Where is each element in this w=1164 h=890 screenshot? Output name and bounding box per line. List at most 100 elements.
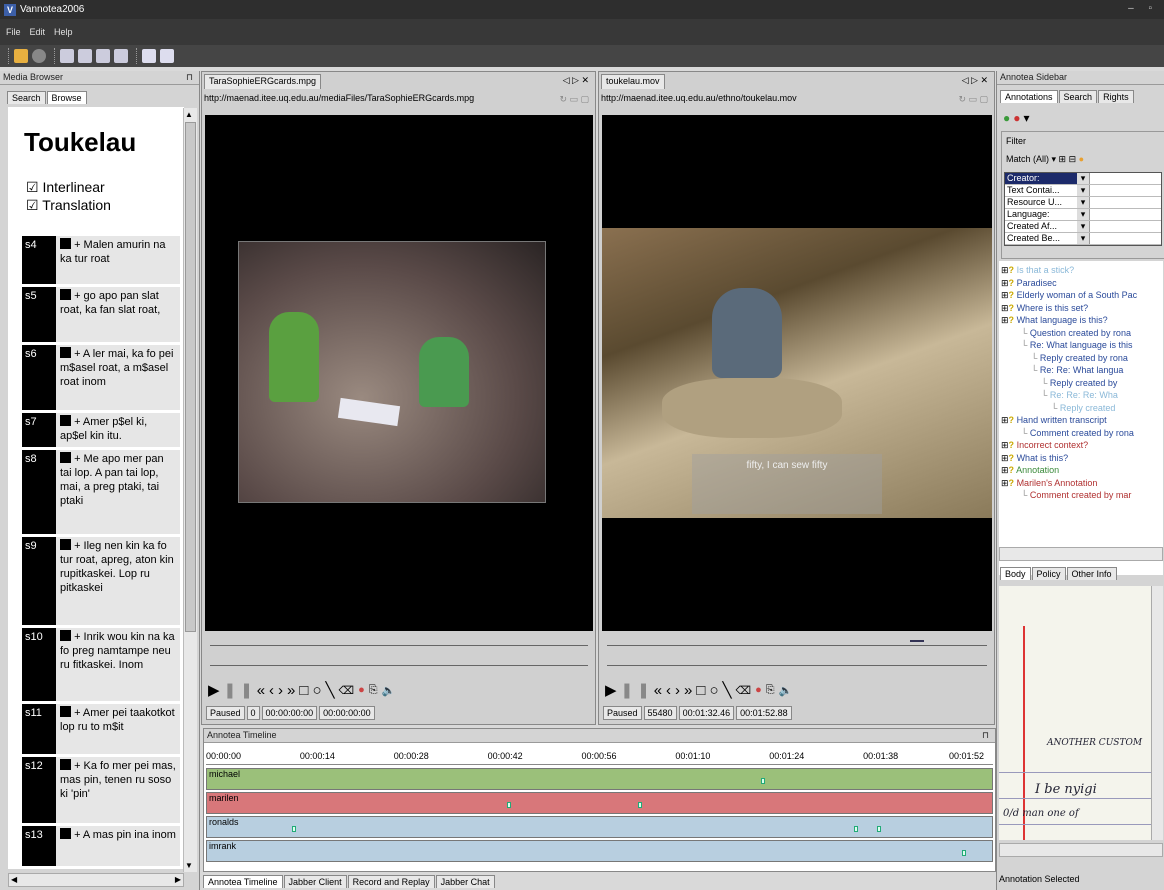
- filter-row[interactable]: Created Af... ▾: [1005, 221, 1161, 233]
- fast-forward-icon[interactable]: »: [684, 682, 696, 699]
- tab-nav-icons[interactable]: ◁ ▷ ✕: [563, 75, 589, 86]
- menu-help[interactable]: Help: [54, 27, 73, 37]
- rewind-icon[interactable]: «: [257, 682, 269, 699]
- annotation-marker[interactable]: [291, 826, 296, 832]
- match-dropdown[interactable]: Match (All) ▾ ⊞ ⊟ ●: [1006, 154, 1084, 165]
- filter-icon[interactable]: ▾: [1024, 111, 1033, 125]
- tree-horizontal-scrollbar[interactable]: [999, 547, 1163, 561]
- sentence-row[interactable]: s10 + Inrik wou kin na ka fo preg namtam…: [22, 628, 180, 701]
- tab-jabber-chat[interactable]: Jabber Chat: [435, 874, 495, 888]
- expand-icon[interactable]: ⊞: [1001, 315, 1009, 325]
- ellipse-tool-icon[interactable]: ○: [709, 682, 722, 699]
- tab-body[interactable]: Body: [1000, 567, 1031, 580]
- expand-icon[interactable]: ⊞: [1001, 465, 1009, 475]
- sentence-row[interactable]: s12 + Ka fo mer pei mas, mas pin, tenen …: [22, 757, 180, 823]
- annotation-tree-item[interactable]: ⊞? Incorrect context?: [1001, 440, 1088, 451]
- scrollbar-thumb[interactable]: [185, 122, 196, 632]
- clear-icon[interactable]: ●: [1079, 154, 1084, 164]
- annotation-tree-item[interactable]: ⊞? Hand written transcript: [1001, 415, 1107, 426]
- annotation-marker[interactable]: [853, 826, 858, 832]
- play-sentence-icon[interactable]: [60, 452, 71, 463]
- timeline-track[interactable]: michael: [206, 768, 993, 790]
- annotation-tree-item[interactable]: └ Re: Re: What langua: [1031, 365, 1123, 375]
- step-forward-icon[interactable]: ›: [278, 682, 287, 699]
- dropdown-arrow-icon[interactable]: ▾: [1077, 209, 1089, 220]
- timeline-track[interactable]: imrank: [206, 840, 993, 862]
- expand-icon[interactable]: ⊞: [1001, 278, 1009, 288]
- menu-edit[interactable]: Edit: [30, 27, 46, 37]
- annotation-tree-item[interactable]: └ Reply created by: [1041, 378, 1117, 388]
- window-controls[interactable]: – ▫: [1128, 3, 1158, 14]
- annotation-marker[interactable]: [961, 850, 966, 856]
- sentence-row[interactable]: s13 + A mas pin ina inom: [22, 826, 180, 866]
- expand-icon[interactable]: ⊞: [1001, 453, 1009, 463]
- play-sentence-icon[interactable]: [60, 238, 71, 249]
- tab-policy[interactable]: Policy: [1031, 567, 1066, 580]
- slider-knob[interactable]: [910, 640, 925, 642]
- annotation-marker[interactable]: [507, 802, 512, 808]
- filter-value[interactable]: [1089, 233, 1161, 244]
- video-1-range-slider[interactable]: [210, 654, 588, 666]
- ellipse-tool-icon[interactable]: ○: [312, 682, 325, 699]
- pause-icon[interactable]: ❚❚: [224, 681, 257, 699]
- tab-jabber-client[interactable]: Jabber Client: [283, 874, 347, 888]
- video-2-frame[interactable]: fifty, I can sew fifty: [602, 115, 992, 631]
- play-icon[interactable]: ▶: [208, 681, 224, 699]
- horizontal-scrollbar[interactable]: ◀ ▶: [8, 873, 184, 887]
- document-icon[interactable]: [96, 49, 110, 63]
- play-sentence-icon[interactable]: [60, 706, 71, 717]
- volume-icon[interactable]: 🔈: [779, 684, 797, 697]
- timeline-track[interactable]: marilen: [206, 792, 993, 814]
- scroll-left-icon[interactable]: ◀: [11, 875, 17, 884]
- volume-icon[interactable]: 🔈: [382, 684, 400, 697]
- annotation-marker[interactable]: [761, 778, 766, 784]
- annotation-tree-item[interactable]: ⊞? Marilen's Annotation: [1001, 478, 1097, 489]
- translation-checkbox[interactable]: ☑ Translation: [26, 197, 111, 214]
- annotation-tree-item[interactable]: └ Re: Re: Re: Wha: [1041, 390, 1118, 400]
- dropdown-arrow-icon[interactable]: ▾: [1077, 173, 1089, 184]
- dropdown-arrow-icon[interactable]: ▾: [1077, 197, 1089, 208]
- expand-icon[interactable]: ⊞: [1001, 303, 1009, 313]
- filter-row[interactable]: Creator: ▾: [1005, 173, 1161, 185]
- menu-file[interactable]: File: [6, 27, 21, 37]
- annotation-tree-item[interactable]: ⊞? Annotation: [1001, 465, 1059, 476]
- rectangle-tool-icon[interactable]: □: [696, 682, 709, 699]
- tab-rights[interactable]: Rights: [1098, 90, 1134, 103]
- play-sentence-icon[interactable]: [60, 828, 71, 839]
- rewind-icon[interactable]: «: [654, 682, 666, 699]
- filter-row[interactable]: Created Be... ▾: [1005, 233, 1161, 245]
- pin-icon[interactable]: ⊓: [982, 729, 989, 742]
- scroll-down-icon[interactable]: ▼: [185, 861, 193, 870]
- filter-row[interactable]: Language: ▾: [1005, 209, 1161, 221]
- expand-icon[interactable]: ⊞: [1001, 440, 1009, 450]
- delete-icon[interactable]: ●: [1013, 111, 1023, 125]
- play-sentence-icon[interactable]: [60, 347, 71, 358]
- video-1-tab[interactable]: TaraSophieERGcards.mpg: [204, 74, 322, 89]
- filter-value[interactable]: [1089, 185, 1161, 196]
- filter-value[interactable]: [1089, 221, 1161, 232]
- step-forward-icon[interactable]: ›: [675, 682, 684, 699]
- video-2-tab[interactable]: toukelau.mov: [601, 74, 665, 89]
- tab-annotea-timeline[interactable]: Annotea Timeline: [203, 874, 283, 888]
- play-sentence-icon[interactable]: [60, 289, 71, 300]
- filter-row[interactable]: Resource U... ▾: [1005, 197, 1161, 209]
- annotation-tree-item[interactable]: └ Reply created by rona: [1031, 353, 1128, 363]
- sentence-row[interactable]: s6 + A ler mai, ka fo pei m$asel roat, a…: [22, 345, 180, 410]
- window-icon[interactable]: [160, 49, 174, 63]
- line-tool-icon[interactable]: ╲: [723, 681, 736, 699]
- filter-row[interactable]: Text Contai... ▾: [1005, 185, 1161, 197]
- eraser-icon[interactable]: ⌫: [736, 684, 756, 697]
- tab-nav-icons[interactable]: ◁ ▷ ✕: [962, 75, 988, 86]
- annotation-tree-item[interactable]: └ Re: What language is this: [1021, 340, 1132, 350]
- annotation-tree-item[interactable]: └ Reply created: [1051, 403, 1115, 413]
- video-1-position-slider[interactable]: [210, 634, 588, 646]
- line-tool-icon[interactable]: ╲: [326, 681, 339, 699]
- refresh-icon[interactable]: ↻ ▭ ▢: [958, 94, 988, 105]
- filter-value[interactable]: [1089, 197, 1161, 208]
- play-icon[interactable]: ▶: [605, 681, 621, 699]
- rectangle-tool-icon[interactable]: □: [299, 682, 312, 699]
- play-sentence-icon[interactable]: [60, 630, 71, 641]
- annotation-tree-item[interactable]: ⊞? Is that a stick?: [1001, 265, 1074, 276]
- tab-record-and-replay[interactable]: Record and Replay: [347, 874, 435, 888]
- refresh-icon[interactable]: ↻ ▭ ▢: [559, 94, 589, 105]
